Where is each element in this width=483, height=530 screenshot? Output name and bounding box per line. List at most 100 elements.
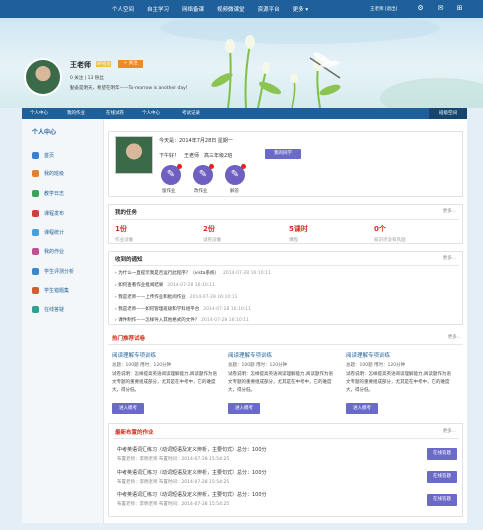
today-date: 今天是：2014年7月28日 星期一 bbox=[159, 138, 233, 144]
exam-desc: 试卷说明：怎样提高英语阅读理解能力,阅读题作为语文专题的重要组成部分，尤其是在中… bbox=[112, 372, 217, 393]
exam-card: 阅读理解专项训练 总题：100题 用时：120分钟 试卷说明：怎样提高英语阅读理… bbox=[228, 351, 336, 395]
sidebar-item-course-stats[interactable]: 课程统计 bbox=[32, 226, 64, 238]
divider bbox=[113, 219, 459, 220]
enter-exam-button[interactable]: 进入模考 bbox=[112, 403, 144, 414]
book-icon bbox=[32, 286, 39, 294]
homework-more-link[interactable]: 更多... bbox=[443, 428, 456, 434]
notice-item[interactable]: › 我是老师——如何管理班级和学科组平台 2014-07-28 16:10:11 bbox=[115, 306, 251, 312]
sidebar-item-student-analysis[interactable]: 学生评测分析 bbox=[32, 265, 74, 277]
sidebar-item-my-class[interactable]: 我的班级 bbox=[32, 167, 64, 179]
grid-icon[interactable]: ⊞ bbox=[455, 4, 464, 13]
exam-title[interactable]: 阅读理解专项训练 bbox=[112, 351, 220, 359]
greeting: 下午好！ bbox=[159, 153, 180, 159]
tasks-more-link[interactable]: 更多... bbox=[443, 208, 456, 214]
tab-online-exam[interactable]: 在线试卷 bbox=[106, 108, 124, 119]
answer-online-button[interactable]: 在线答题 bbox=[427, 448, 457, 460]
analysis-icon bbox=[32, 267, 39, 275]
notices-title: 收到的通知 bbox=[115, 257, 143, 263]
task-exams[interactable]: 2份 试卷没做 bbox=[203, 224, 221, 243]
sidebar-item-qa[interactable]: 在线答疑 bbox=[32, 303, 64, 315]
homework-title: 最新布置的作业 bbox=[115, 430, 154, 436]
chart-icon bbox=[32, 228, 39, 236]
notice-item[interactable]: › 为什么一直提示我是否运行此程序？（vista系统） 2014-07-28 16… bbox=[115, 270, 271, 276]
follow-button[interactable]: + 关注 bbox=[118, 60, 143, 68]
assign-homework-icon[interactable]: ✎ bbox=[161, 164, 182, 185]
publish-icon bbox=[32, 209, 39, 217]
main-content: 今天是：2014年7月28日 星期一 下午好！ 王老师 高三年级2班 我的同学 … bbox=[104, 119, 467, 523]
mail-icon[interactable]: ✉ bbox=[436, 4, 445, 13]
nav-more[interactable]: 更多 ▾ bbox=[293, 5, 309, 13]
exam-title[interactable]: 阅读理解专项训练 bbox=[346, 351, 454, 359]
tab-exam-records[interactable]: 考试记录 bbox=[182, 108, 200, 119]
top-navigation-bar: 个人空间 自主学习 网络备课 视频微课堂 资源平台 更多 ▾ 王老师 [退出] … bbox=[0, 0, 483, 18]
profile-banner: 王老师 VIP会员 + 关注 0 关注 | 13 粉丝 勤奋是明天，希望在明年—… bbox=[0, 18, 483, 108]
exams-more-link[interactable]: 更多... bbox=[448, 334, 461, 340]
tab-personal-center[interactable]: 个人中心 bbox=[30, 108, 48, 119]
exam-meta: 总题：100题 用时：120分钟 bbox=[346, 363, 406, 368]
sidebar-item-home[interactable]: 首页 bbox=[32, 149, 54, 161]
notification-dot bbox=[177, 164, 182, 169]
sidebar-item-course-publish[interactable]: 课程发布 bbox=[32, 207, 64, 219]
greeting-name: 王老师 bbox=[184, 153, 200, 159]
exam-desc: 试卷说明：怎样提高英语阅读理解能力,阅读题作为语文专题的重要组成部分，尤其是在中… bbox=[346, 372, 451, 393]
follow-stats: 0 关注 | 13 粉丝 bbox=[70, 76, 104, 81]
answer-online-button[interactable]: 在线答题 bbox=[427, 471, 457, 483]
task-knowledge[interactable]: 0个 知识点没有巩固 bbox=[374, 224, 406, 243]
homework-icon bbox=[32, 247, 39, 255]
tab-bar: 个人中心 我的作业 在线试卷 个人中心 考试记录 班级空间 bbox=[22, 108, 467, 119]
nav-lesson-prep[interactable]: 网络备课 bbox=[182, 5, 204, 13]
tab-my-homework[interactable]: 我的作业 bbox=[67, 108, 85, 119]
my-classmates-button[interactable]: 我的同学 bbox=[265, 149, 301, 159]
notification-dot bbox=[241, 164, 246, 169]
teacher-avatar[interactable] bbox=[24, 58, 62, 96]
notification-dot bbox=[209, 164, 214, 169]
nav-resources[interactable]: 资源平台 bbox=[258, 5, 280, 13]
tab-personal-center-2[interactable]: 个人中心 bbox=[142, 108, 160, 119]
notices-panel: 收到的通知 更多... › 为什么一直提示我是否运行此程序？（vista系统） 2… bbox=[108, 251, 463, 325]
task-homework[interactable]: 1份 作业没做 bbox=[115, 224, 133, 243]
enter-exam-button[interactable]: 进入模考 bbox=[346, 403, 378, 414]
grade-homework-icon[interactable]: ✎ bbox=[193, 164, 214, 185]
nav-personal-space[interactable]: 个人空间 bbox=[112, 5, 134, 13]
sidebar-item-my-homework[interactable]: 我的作业 bbox=[32, 245, 64, 257]
top-nav: 个人空间 自主学习 网络备课 视频微课堂 资源平台 更多 ▾ bbox=[112, 0, 321, 18]
exam-meta: 总题：100题 用时：120分钟 bbox=[228, 363, 288, 368]
answer-question-label: 解答 bbox=[230, 189, 239, 194]
notices-more-link[interactable]: 更多... bbox=[443, 255, 456, 261]
exam-card: 阅读理解专项训练 总题：100题 用时：120分钟 试卷说明：怎样提高英语阅读理… bbox=[112, 351, 220, 395]
exam-title[interactable]: 阅读理解专项训练 bbox=[228, 351, 336, 359]
notice-item[interactable]: › 我是老师——上传作业和批阅作业 2014-07-28 16:10:11 bbox=[115, 294, 238, 300]
tasks-panel: 我的任务 更多... 1份 作业没做 2份 试卷没做 5课时 课程 0个 知识点没有巩固 bbox=[108, 204, 463, 244]
vip-badge: VIP会员 bbox=[96, 61, 111, 67]
nav-self-study[interactable]: 自主学习 bbox=[147, 5, 169, 13]
tab-class-space[interactable]: 班级空间 bbox=[429, 108, 467, 119]
welcome-panel: 今天是：2014年7月28日 星期一 下午好！ 王老师 高三年级2班 我的同学 … bbox=[108, 131, 463, 197]
homework-item: 中考英语词汇练习（动词短语及定义辨析，主要句式）总分：100分 布置老师：李明老师… bbox=[117, 492, 267, 507]
homework-item: 中考英语词汇练习（动词短语及定义辨析，主要句式）总分：100分 布置老师：李明老师… bbox=[117, 447, 267, 462]
task-courses[interactable]: 5课时 课程 bbox=[289, 224, 308, 243]
class-icon bbox=[32, 169, 39, 177]
divider bbox=[113, 265, 459, 266]
homework-item: 中考英语词汇练习（动词短语及定义辨析，主要句式）总分：100分 布置老师：李明老师… bbox=[117, 470, 267, 485]
answer-question-icon[interactable]: ✎ bbox=[225, 164, 246, 185]
gear-icon[interactable]: ⚙ bbox=[416, 4, 425, 13]
exam-card: 阅读理解专项训练 总题：100题 用时：120分钟 试卷说明：怎样提高英语阅读理… bbox=[346, 351, 454, 395]
exam-meta: 总题：100题 用时：120分钟 bbox=[112, 363, 172, 368]
teacher-photo bbox=[115, 136, 153, 174]
assign-homework-label: 留作业 bbox=[162, 189, 176, 194]
sidebar-item-teaching-log[interactable]: 教学日志 bbox=[32, 187, 64, 199]
sidebar-title: 个人中心 bbox=[32, 129, 57, 136]
motto: 勤奋是明天，希望在明年——To-morrow is another day! bbox=[70, 86, 188, 91]
sidebar-item-error-set[interactable]: 学生错题集 bbox=[32, 284, 69, 296]
notice-item[interactable]: › 课件制作——怎样导入其他格式的文件? 2014-07-28 16:10:11 bbox=[115, 317, 249, 323]
user-logout[interactable]: 王老师 [退出] bbox=[370, 6, 397, 12]
class-name: 高三年级2班 bbox=[204, 153, 233, 159]
answer-online-button[interactable]: 在线答题 bbox=[427, 494, 457, 506]
log-icon bbox=[32, 189, 39, 197]
enter-exam-button[interactable]: 进入模考 bbox=[228, 403, 260, 414]
question-icon bbox=[32, 305, 39, 313]
nav-micro-video[interactable]: 视频微课堂 bbox=[217, 5, 245, 13]
grade-homework-label: 改作业 bbox=[194, 189, 208, 194]
notice-item[interactable]: › 如何查看作业批阅结果 2014-07-28 16:10:11 bbox=[115, 282, 215, 288]
home-icon bbox=[32, 151, 39, 159]
